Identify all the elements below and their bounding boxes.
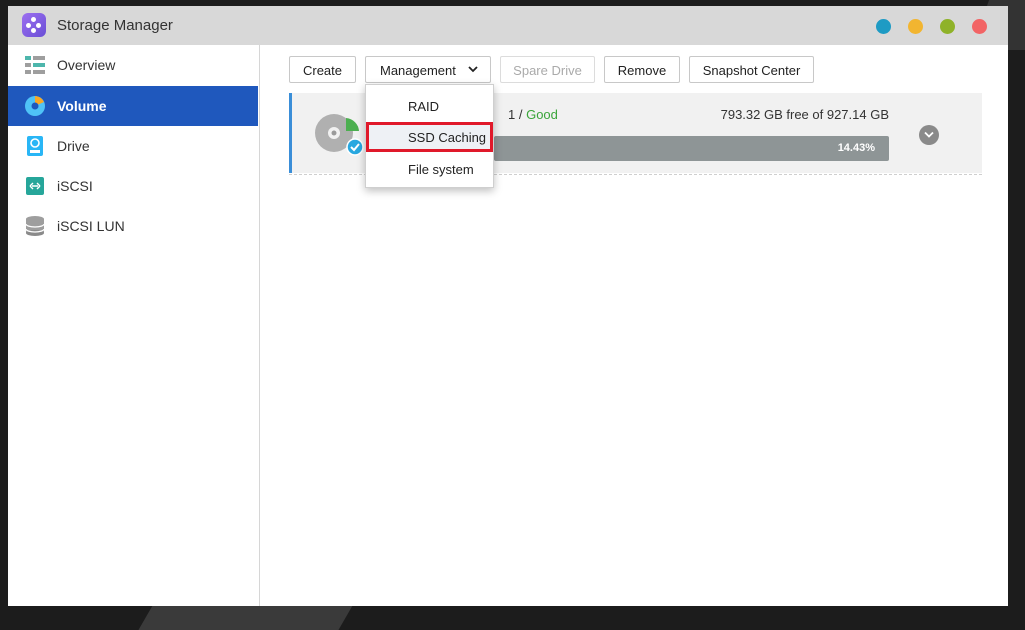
sidebar: Overview Volume Drive iSCSI iSCSI LUN: [8, 45, 260, 606]
spare-drive-button[interactable]: Spare Drive: [500, 56, 595, 83]
sidebar-item-overview[interactable]: Overview: [8, 45, 258, 85]
volume-status: 1 / Good: [508, 107, 558, 122]
volume-status-prefix: 1 /: [508, 107, 523, 122]
chevron-down-icon: [468, 66, 478, 73]
management-button[interactable]: Management: [365, 56, 491, 83]
management-button-label: Management: [380, 63, 456, 78]
sidebar-item-iscsi[interactable]: iSCSI: [8, 166, 258, 206]
sidebar-item-label: iSCSI LUN: [57, 218, 125, 234]
sidebar-item-volume[interactable]: Volume: [8, 86, 258, 126]
menu-item-ssd-caching[interactable]: SSD Caching: [366, 122, 493, 152]
expand-volume-button[interactable]: [919, 125, 939, 145]
window-close-button[interactable]: [972, 19, 987, 34]
volume-icon: [25, 96, 45, 116]
window-maximize-button[interactable]: [940, 19, 955, 34]
volume-disk-icon: [315, 114, 364, 156]
sidebar-item-label: Drive: [57, 138, 90, 154]
sidebar-item-label: Volume: [57, 98, 107, 114]
sidebar-item-iscsi-lun[interactable]: iSCSI LUN: [8, 206, 258, 246]
menu-item-label: File system: [408, 162, 474, 177]
storage-manager-window: Storage Manager Overview Volume Drive iS…: [8, 6, 1008, 606]
window-info-button[interactable]: [876, 19, 891, 34]
volume-status-good: Good: [526, 107, 558, 122]
title-bar: Storage Manager: [8, 6, 1008, 45]
iscsi-icon: [26, 177, 44, 195]
drive-icon: [27, 136, 43, 156]
menu-item-label: RAID: [408, 99, 440, 114]
sidebar-item-drive[interactable]: Drive: [8, 126, 258, 166]
menu-item-label: SSD Caching: [408, 130, 487, 145]
window-minimize-button[interactable]: [908, 19, 923, 34]
window-title: Storage Manager: [57, 17, 173, 34]
volume-free-space: 793.32 GB free of 927.14 GB: [720, 107, 889, 122]
menu-item-raid[interactable]: RAID: [366, 91, 493, 121]
storage-manager-app-icon: [22, 13, 46, 37]
menu-item-file-system[interactable]: File system: [366, 154, 493, 184]
management-dropdown: RAID SSD Caching File system: [365, 84, 494, 188]
volume-usage-bar: 14.43%: [494, 136, 889, 161]
create-button[interactable]: Create: [289, 56, 356, 83]
chevron-down-icon: [924, 131, 934, 138]
overview-icon: [25, 56, 45, 74]
snapshot-center-button[interactable]: Snapshot Center: [689, 56, 814, 83]
remove-button[interactable]: Remove: [604, 56, 680, 83]
sidebar-item-label: iSCSI: [57, 178, 93, 194]
sidebar-item-label: Overview: [57, 57, 116, 73]
volume-usage-percent: 14.43%: [837, 142, 875, 154]
iscsi-lun-icon: [25, 216, 45, 236]
